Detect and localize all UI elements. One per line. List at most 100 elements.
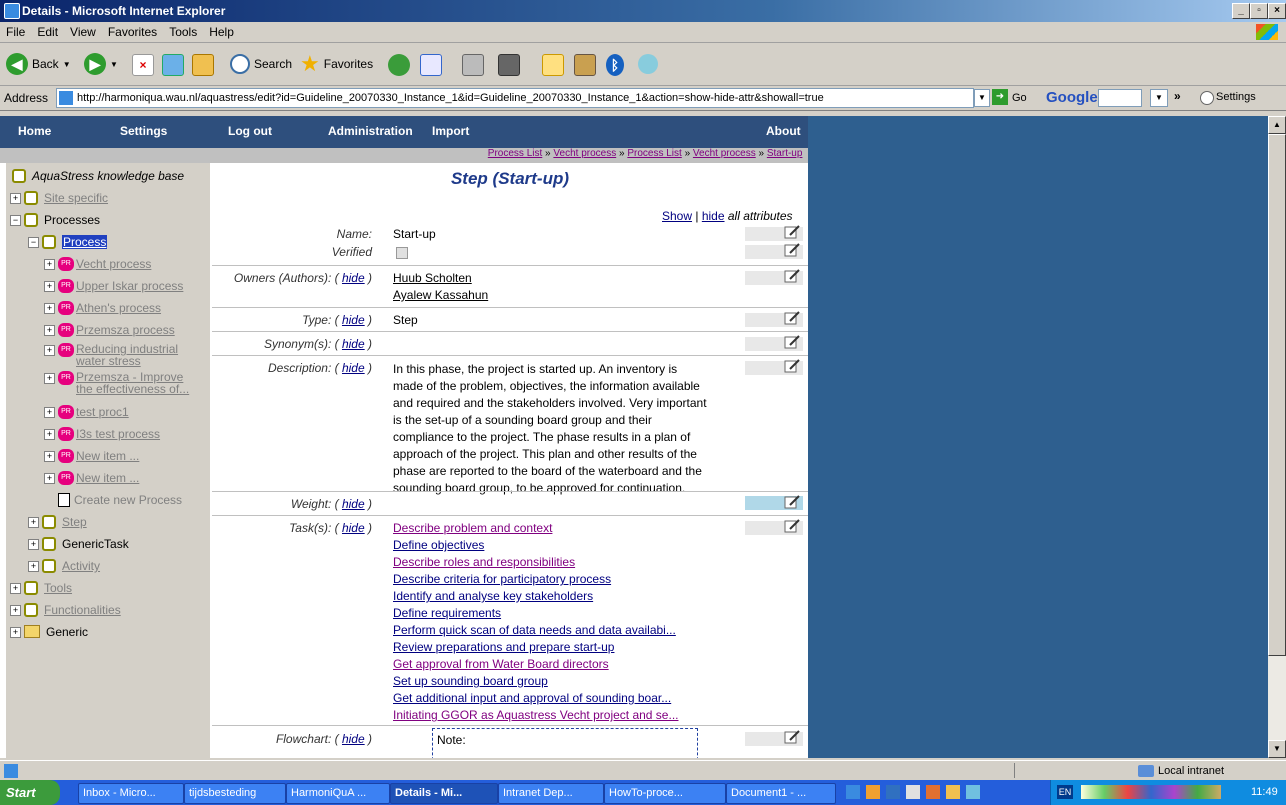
tree-site-specific[interactable]: + Site specific: [10, 191, 108, 205]
nav-home[interactable]: Home: [18, 124, 51, 138]
print-icon[interactable]: [462, 54, 484, 76]
edit-icon[interactable]: [784, 519, 800, 533]
expand-icon[interactable]: +: [44, 303, 55, 314]
quicklaunch-icon[interactable]: [866, 785, 880, 799]
task-link[interactable]: Perform quick scan of data needs and dat…: [393, 623, 676, 637]
tree-processes[interactable]: − Processes: [10, 213, 100, 227]
task-link[interactable]: Describe criteria for participatory proc…: [393, 572, 611, 586]
tree-item[interactable]: + PR Athen's process: [44, 301, 161, 315]
messenger-icon[interactable]: [638, 54, 658, 74]
tree-functionalities[interactable]: + Functionalities: [10, 603, 121, 617]
address-input[interactable]: http://harmoniqua.wau.nl/aquastress/edit…: [56, 88, 974, 108]
minimize-button[interactable]: _: [1232, 3, 1250, 19]
tree-item[interactable]: + PR Przemsza process: [44, 323, 175, 337]
task-link[interactable]: Initiating GGOR as Aquastress Vecht proj…: [393, 708, 678, 722]
quicklaunch-icon[interactable]: [906, 785, 920, 799]
menu-tools[interactable]: Tools: [163, 22, 203, 39]
menu-favorites[interactable]: Favorites: [102, 22, 163, 39]
task-link[interactable]: Describe problem and context: [393, 521, 552, 535]
favorites-button[interactable]: ★ Favorites: [300, 51, 373, 76]
expand-icon[interactable]: +: [44, 407, 55, 418]
menu-view[interactable]: View: [64, 22, 102, 39]
scroll-up-icon[interactable]: ▲: [1268, 116, 1286, 134]
quicklaunch-icon[interactable]: [966, 785, 980, 799]
edit-icon[interactable]: [784, 243, 800, 257]
taskbar-button[interactable]: Intranet Dep...: [498, 783, 604, 804]
task-link[interactable]: Get approval from Water Board directors: [393, 657, 609, 671]
owner-link[interactable]: Ayalew Kassahun: [393, 288, 488, 302]
tray-icons[interactable]: [1081, 785, 1221, 799]
edit-icon[interactable]: [784, 335, 800, 349]
menu-edit[interactable]: Edit: [31, 22, 64, 39]
forward-button[interactable]: ▶ ▼: [84, 52, 118, 76]
tree-create-process[interactable]: Create new Process: [58, 493, 182, 507]
edit-icon[interactable]: [498, 54, 520, 76]
collapse-icon[interactable]: −: [10, 215, 21, 226]
breadcrumb-vecht-process[interactable]: Vecht process: [553, 148, 616, 159]
edit-icon[interactable]: [784, 730, 800, 744]
edit-icon[interactable]: [784, 359, 800, 373]
tree-generictask[interactable]: + GenericTask: [28, 537, 129, 551]
search-button[interactable]: Search: [230, 52, 292, 76]
taskbar-button[interactable]: Inbox - Micro...: [78, 783, 184, 804]
task-link[interactable]: Set up sounding board group: [393, 674, 548, 688]
task-link[interactable]: Define objectives: [393, 538, 484, 552]
expand-icon[interactable]: +: [10, 583, 21, 594]
go-button[interactable]: Go: [1012, 92, 1027, 104]
taskbar-button[interactable]: tijdsbesteding: [184, 783, 286, 804]
tree-item[interactable]: + PR test proc1: [44, 405, 129, 419]
taskbar-button[interactable]: Document1 - ...: [726, 783, 836, 804]
window-title-bar[interactable]: Details - Microsoft Internet Explorer _ …: [0, 0, 1286, 22]
tree-tools[interactable]: + Tools: [10, 581, 72, 595]
task-link[interactable]: Describe roles and responsibilities: [393, 555, 575, 569]
tree-item[interactable]: + PR Upper Iskar process: [44, 279, 183, 293]
task-link[interactable]: Identify and analyse key stakeholders: [393, 589, 593, 603]
quicklaunch-icon[interactable]: [926, 785, 940, 799]
chevron-right-icon[interactable]: »: [1174, 89, 1181, 103]
expand-icon[interactable]: +: [44, 373, 55, 384]
expand-icon[interactable]: +: [44, 429, 55, 440]
breadcrumb-start-up[interactable]: Start-up: [767, 148, 803, 159]
google-search-input[interactable]: [1098, 89, 1142, 107]
taskbar-button[interactable]: HarmoniQuA ...: [286, 783, 390, 804]
research-icon[interactable]: [574, 54, 596, 76]
nav-settings[interactable]: Settings: [120, 124, 167, 138]
task-link[interactable]: Get additional input and approval of sou…: [393, 691, 671, 705]
google-dropdown-icon[interactable]: ▼: [1150, 89, 1168, 107]
edit-icon[interactable]: [784, 495, 800, 509]
expand-icon[interactable]: +: [10, 193, 21, 204]
tree-item[interactable]: + PR New item ...: [44, 449, 139, 463]
start-button[interactable]: Start: [0, 780, 60, 805]
mail-icon[interactable]: [420, 54, 442, 76]
verified-checkbox[interactable]: [396, 247, 408, 259]
edit-icon[interactable]: [784, 311, 800, 325]
breadcrumb-process-list[interactable]: Process List: [488, 148, 542, 159]
expand-icon[interactable]: +: [10, 627, 21, 638]
hide-all-link[interactable]: hide: [702, 209, 725, 223]
tree-item[interactable]: + PR Vecht process: [44, 257, 151, 271]
tree-root[interactable]: AquaStress knowledge base: [12, 169, 184, 183]
google-settings-button[interactable]: Settings: [1216, 91, 1256, 103]
taskbar-button-active[interactable]: Details - Mi...: [390, 783, 498, 804]
nav-logout[interactable]: Log out: [228, 124, 272, 138]
vertical-scrollbar[interactable]: ▲ ▼: [1268, 116, 1286, 758]
language-indicator[interactable]: EN: [1057, 785, 1073, 799]
quicklaunch-icon[interactable]: [846, 785, 860, 799]
tree-item[interactable]: + PR I3s test process: [44, 427, 160, 441]
back-button[interactable]: ◀ Back ▼: [6, 52, 71, 76]
edit-icon[interactable]: [784, 225, 800, 239]
expand-icon[interactable]: +: [28, 539, 39, 550]
expand-icon[interactable]: +: [44, 259, 55, 270]
tree-process[interactable]: − Process: [28, 235, 108, 249]
maximize-button[interactable]: ▫: [1250, 3, 1268, 19]
menu-file[interactable]: File: [0, 22, 31, 39]
menu-help[interactable]: Help: [203, 22, 240, 39]
expand-icon[interactable]: +: [28, 561, 39, 572]
history-icon[interactable]: [388, 54, 410, 76]
expand-icon[interactable]: +: [44, 345, 55, 356]
go-arrow-icon[interactable]: ➜: [992, 89, 1008, 105]
tree-item[interactable]: + PR Reducing industrial water stress: [44, 343, 178, 367]
scroll-down-icon[interactable]: ▼: [1268, 740, 1286, 758]
tree-step[interactable]: + Step: [28, 515, 87, 529]
expand-icon[interactable]: +: [44, 325, 55, 336]
